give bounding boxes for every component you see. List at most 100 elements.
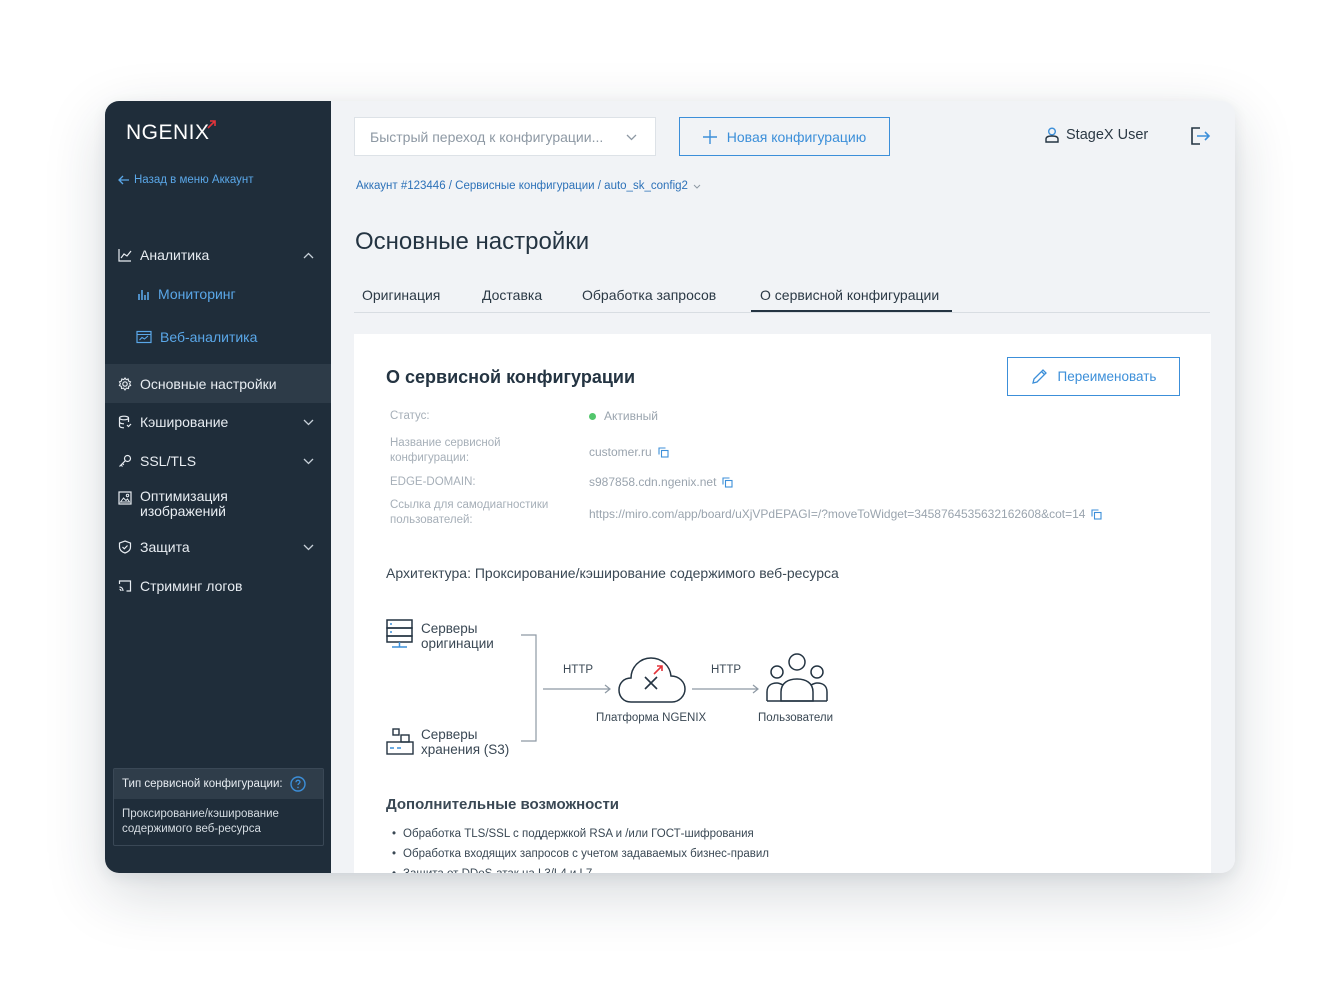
rename-button[interactable]: Переименовать [1007, 357, 1180, 396]
diagnostics-link-text[interactable]: https://miro.com/app/board/uXjVPdEPAGI=/… [589, 507, 1085, 521]
back-to-account-link[interactable]: Назад в меню Аккаунт [118, 174, 254, 186]
sidebar-item-web-analytics[interactable]: Веб-аналитика [105, 327, 331, 347]
status-value: Активный [589, 409, 658, 423]
extra-features-list: Обработка TLS/SSL с поддержкой RSA и /ил… [392, 824, 769, 873]
list-item: Обработка TLS/SSL с поддержкой RSA и /ил… [392, 824, 769, 844]
browser-chart-icon [136, 330, 152, 344]
extra-features-title: Дополнительные возможности [386, 796, 620, 813]
storage-icon [386, 728, 414, 755]
http-label-1: HTTP [563, 664, 594, 676]
origin-servers-label: Серверы оригинации [421, 621, 494, 651]
sidebar-item-label: Стриминг логов [140, 578, 243, 594]
sidebar-item-label: Аналитика [140, 247, 210, 263]
database-icon [118, 415, 132, 429]
pencil-icon [1031, 369, 1047, 384]
logo: NGENIX [126, 121, 210, 144]
sidebar-item-main-settings[interactable]: Основные настройки [105, 364, 331, 403]
sidebar-item-protection[interactable]: Защита [105, 537, 331, 557]
list-item: Защита от DDoS-атак на L3/L4 и L7 [392, 864, 769, 873]
edge-domain-label: EDGE-DOMAIN: [390, 476, 476, 488]
sidebar-item-analytics[interactable]: Аналитика [105, 245, 331, 265]
sidebar: NGENIX Назад в меню Аккаунт Аналитика Мо… [105, 101, 331, 873]
sidebar-item-ssl-tls[interactable]: SSL/TLS [105, 451, 331, 471]
app-window: NGENIX Назад в меню Аккаунт Аналитика Мо… [105, 101, 1235, 873]
config-type-label: Тип сервисной конфигурации: [122, 778, 283, 790]
tabs: Оригинация Доставка Обработка запросов О… [354, 277, 1210, 313]
config-type-header: Тип сервисной конфигурации: [114, 769, 323, 799]
sidebar-item-monitoring[interactable]: Мониторинг [105, 284, 331, 304]
copy-icon[interactable] [722, 476, 733, 488]
arrow-left-icon [118, 175, 129, 185]
copy-icon[interactable] [1091, 508, 1103, 520]
ngenix-cloud-icon [618, 657, 686, 703]
user-icon [1045, 127, 1059, 143]
plus-icon [702, 129, 717, 144]
active-tab-indicator [751, 310, 952, 312]
chevron-down-icon [693, 184, 701, 189]
sidebar-item-label: Мониторинг [158, 286, 236, 302]
diagnostics-link-value: https://miro.com/app/board/uXjVPdEPAGI=/… [589, 507, 1103, 521]
new-config-button[interactable]: Новая конфигурацию [679, 117, 890, 156]
quick-config-select[interactable]: Быстрый переход к конфигурации... [354, 117, 656, 156]
tab-delivery[interactable]: Доставка [482, 287, 542, 303]
rename-label: Переименовать [1057, 369, 1157, 384]
status-label: Статус: [390, 410, 430, 422]
main-area: Быстрый переход к конфигурации... Новая … [331, 101, 1235, 873]
sidebar-item-image-optimization[interactable]: Оптимизация изображений [105, 489, 331, 521]
status-text: Активный [604, 409, 658, 423]
config-type-value: Проксирование/кэширование содержимого ве… [122, 808, 279, 835]
new-config-label: Новая конфигурацию [726, 128, 867, 145]
config-name-text: customer.ru [589, 445, 652, 459]
chevron-down-icon [303, 544, 314, 550]
logo-arrow-icon [207, 120, 216, 129]
key-icon [119, 454, 132, 467]
shield-icon [118, 540, 132, 554]
breadcrumb-text: Аккаунт #123446 / Сервисные конфигурации… [356, 180, 688, 192]
tab-request-processing[interactable]: Обработка запросов [582, 287, 716, 303]
sidebar-item-caching[interactable]: Кэширование [105, 412, 331, 432]
user-name: StageX User [1066, 127, 1149, 143]
user-menu[interactable]: StageX User [1045, 127, 1148, 143]
config-name-value: customer.ru [589, 445, 669, 459]
edge-domain-text: s987858.cdn.ngenix.net [589, 475, 717, 489]
logout-icon[interactable] [1191, 127, 1211, 145]
platform-label: Платформа NGENIX [596, 712, 707, 724]
sidebar-item-log-streaming[interactable]: Стриминг логов [105, 576, 331, 596]
breadcrumb[interactable]: Аккаунт #123446 / Сервисные конфигурации… [356, 180, 701, 192]
list-item: Обработка входящих запросов с учетом зад… [392, 844, 769, 864]
image-icon [118, 491, 132, 505]
sidebar-item-label: Защита [140, 539, 190, 555]
chevron-down-icon [303, 419, 314, 425]
diagnostics-link-label: Ссылка для самодиагностики пользователей… [390, 499, 549, 526]
chevron-down-icon [626, 134, 637, 141]
config-type-box: Тип сервисной конфигурации: Проксировани… [113, 768, 324, 846]
about-config-card: О сервисной конфигурации Переименовать С… [354, 334, 1211, 873]
architecture-title: Архитектура: Проксирование/кэширование с… [386, 565, 839, 581]
help-icon[interactable] [289, 776, 306, 792]
server-icon [386, 619, 413, 648]
sidebar-item-label: Основные настройки [140, 375, 277, 392]
chevron-down-icon [303, 458, 314, 464]
back-link-label: Назад в меню Аккаунт [134, 174, 254, 186]
card-title: О сервисной конфигурации [386, 367, 636, 387]
sidebar-item-label: SSL/TLS [140, 453, 197, 469]
cast-icon [118, 580, 132, 592]
tab-about-config[interactable]: О сервисной конфигурации [760, 287, 939, 303]
config-name-label: Название сервисной конфигурации: [390, 437, 501, 464]
sidebar-item-label: Кэширование [140, 414, 229, 430]
chart-line-icon [118, 249, 132, 262]
copy-icon[interactable] [658, 446, 669, 458]
sidebar-item-label: Веб-аналитика [160, 329, 258, 345]
gear-icon [118, 376, 132, 391]
tab-origination[interactable]: Оригинация [362, 287, 440, 303]
status-dot [589, 412, 596, 420]
quick-config-placeholder: Быстрый переход к конфигурации... [370, 128, 604, 145]
storage-servers-label: Серверы хранения (S3) [421, 727, 510, 757]
bar-chart-icon [138, 290, 149, 300]
edge-domain-value: s987858.cdn.ngenix.net [589, 475, 733, 489]
users-label: Пользователи [758, 712, 834, 724]
page-title: Основные настройки [355, 228, 590, 255]
sidebar-item-label: Оптимизация изображений [140, 488, 228, 519]
http-label-2: HTTP [711, 664, 742, 676]
chevron-up-icon [303, 252, 314, 258]
